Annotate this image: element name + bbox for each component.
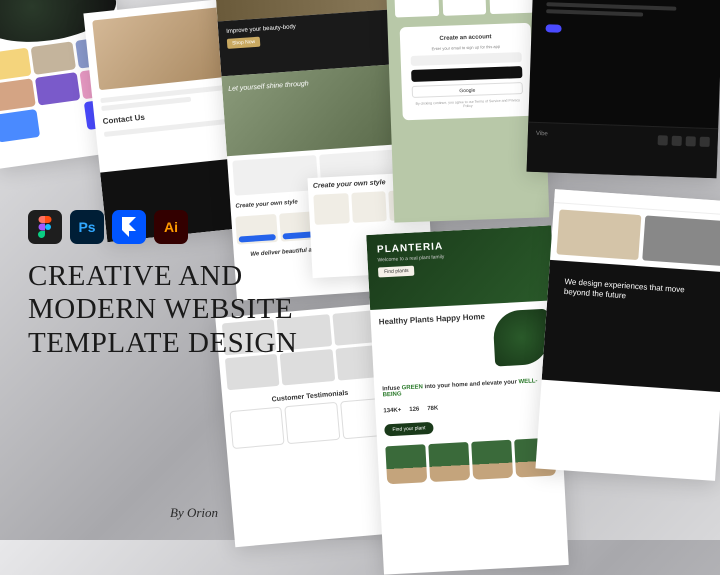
mockup-planteria: PLANTERIA Welcome to a real plant family…	[366, 225, 569, 574]
gallery-image	[642, 215, 720, 266]
info-card	[232, 155, 318, 196]
signup-hint: Enter your email to sign up for this app	[410, 43, 521, 52]
face-section: Let yourself shine through	[221, 64, 406, 156]
stat-value: 78K	[427, 406, 438, 413]
grid-cell	[31, 41, 76, 75]
plant-pot-icon	[471, 440, 513, 480]
mockup-signup: Customer quote Create an account Enter y…	[386, 0, 550, 223]
tool-icons-row: Ps Ai	[28, 210, 328, 244]
style-card	[351, 191, 387, 223]
shine-text: Let yourself shine through	[228, 80, 309, 93]
find-plants-button[interactable]: Find plants	[378, 266, 415, 278]
text-line	[546, 9, 643, 16]
social-icon[interactable]	[672, 136, 682, 146]
google-button[interactable]: Google	[412, 82, 523, 98]
figma-icon	[28, 210, 62, 244]
social-icon[interactable]	[658, 135, 668, 145]
banner-text: Improve your beauty-body	[226, 18, 390, 35]
signup-button[interactable]	[411, 66, 522, 82]
dark-hero: We design experiences that move beyond t…	[542, 260, 720, 392]
vibe-label: Vibe	[535, 131, 654, 168]
email-field[interactable]	[411, 52, 522, 66]
illustrator-icon: Ai	[154, 210, 188, 244]
stat-value: 126	[409, 407, 419, 414]
sub-title: A sound subscription	[547, 0, 709, 2]
main-headline: CREATIVE AND MODERN WEBSITE TEMPLATE DES…	[28, 260, 328, 360]
grid-cell	[39, 103, 84, 137]
agency-headline: We design experiences that move beyond t…	[563, 277, 712, 308]
planteria-hero: PLANTERIA Welcome to a real plant family…	[366, 225, 555, 310]
monstera-leaf-icon	[492, 309, 550, 367]
byline: By Orion	[170, 505, 218, 521]
grid-cell	[0, 78, 36, 112]
photoshop-icon: Ps	[70, 210, 104, 244]
plant-pot-icon	[428, 442, 470, 482]
terms-text: By clicking continue, you agree to our T…	[412, 98, 523, 110]
testimonial-card	[229, 407, 284, 449]
signup-card: Create an account Enter your email to si…	[400, 23, 534, 121]
healthy-heading: Healthy Plants Happy Home	[379, 312, 490, 373]
plant-pot-icon	[385, 444, 427, 484]
stat-value: 134K+	[383, 407, 401, 414]
signup-title: Create an account	[410, 33, 521, 43]
framer-icon	[112, 210, 146, 244]
contact-image	[92, 7, 233, 91]
mockup-dark-agency: We design experiences that move beyond t…	[535, 189, 720, 481]
shop-button[interactable]: Shop Now	[227, 37, 261, 49]
subscribe-button[interactable]	[545, 24, 561, 33]
grid-cell	[0, 109, 40, 143]
social-icon[interactable]	[700, 137, 710, 147]
quote-card	[490, 0, 534, 14]
gallery-image	[556, 209, 641, 260]
find-plant-button[interactable]: Find your plant	[384, 422, 434, 437]
mockup-subscription: A sound subscription Vibe	[527, 0, 720, 178]
sub-footer: Vibe	[527, 122, 719, 179]
testimonial-card	[285, 402, 340, 444]
quote-card	[394, 0, 438, 17]
quote-card	[442, 0, 486, 16]
grid-cell	[35, 72, 80, 106]
grid-cell	[0, 48, 32, 82]
title-block: Ps Ai CREATIVE AND MODERN WEBSITE TEMPLA…	[28, 210, 328, 360]
social-icon[interactable]	[686, 136, 696, 146]
